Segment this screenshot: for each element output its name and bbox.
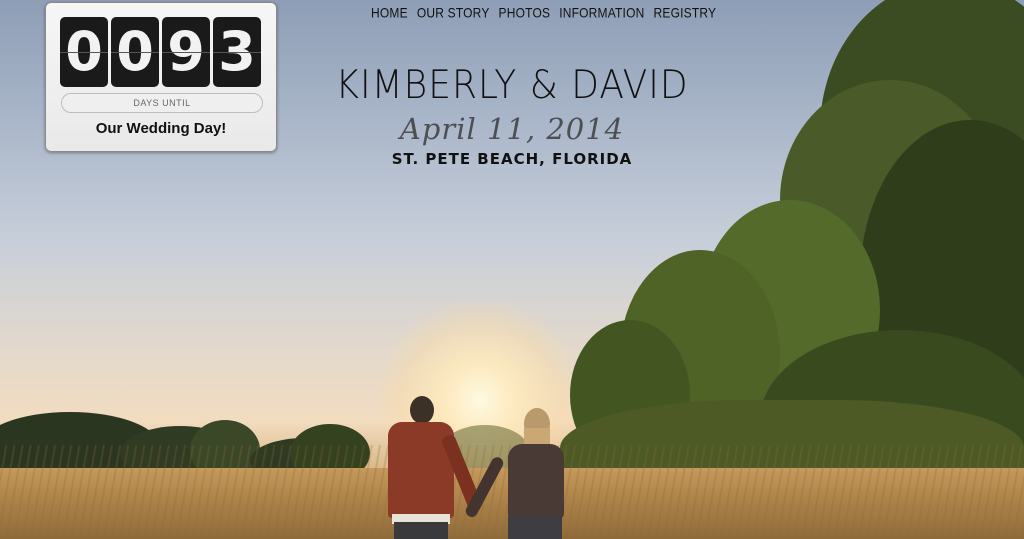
nav-registry-link[interactable]: REGISTRY	[654, 5, 717, 21]
nav-photos-link[interactable]: PHOTOS	[499, 5, 551, 21]
nav-home-link[interactable]: HOME	[371, 5, 408, 21]
couple-names: KIMBERLY & DAVID	[335, 62, 689, 109]
person-woman	[463, 408, 570, 539]
person-man	[380, 396, 484, 539]
wedding-location: ST. PETE BEACH, FLORIDA	[391, 150, 633, 168]
wedding-date: April 11, 2014	[399, 112, 625, 146]
nav-our-story-link[interactable]: OUR STORY	[417, 5, 490, 21]
nav-information-link[interactable]: INFORMATION	[559, 5, 644, 21]
main-nav: HOME OUR STORY PHOTOS INFORMATION REGIST…	[371, 5, 717, 21]
